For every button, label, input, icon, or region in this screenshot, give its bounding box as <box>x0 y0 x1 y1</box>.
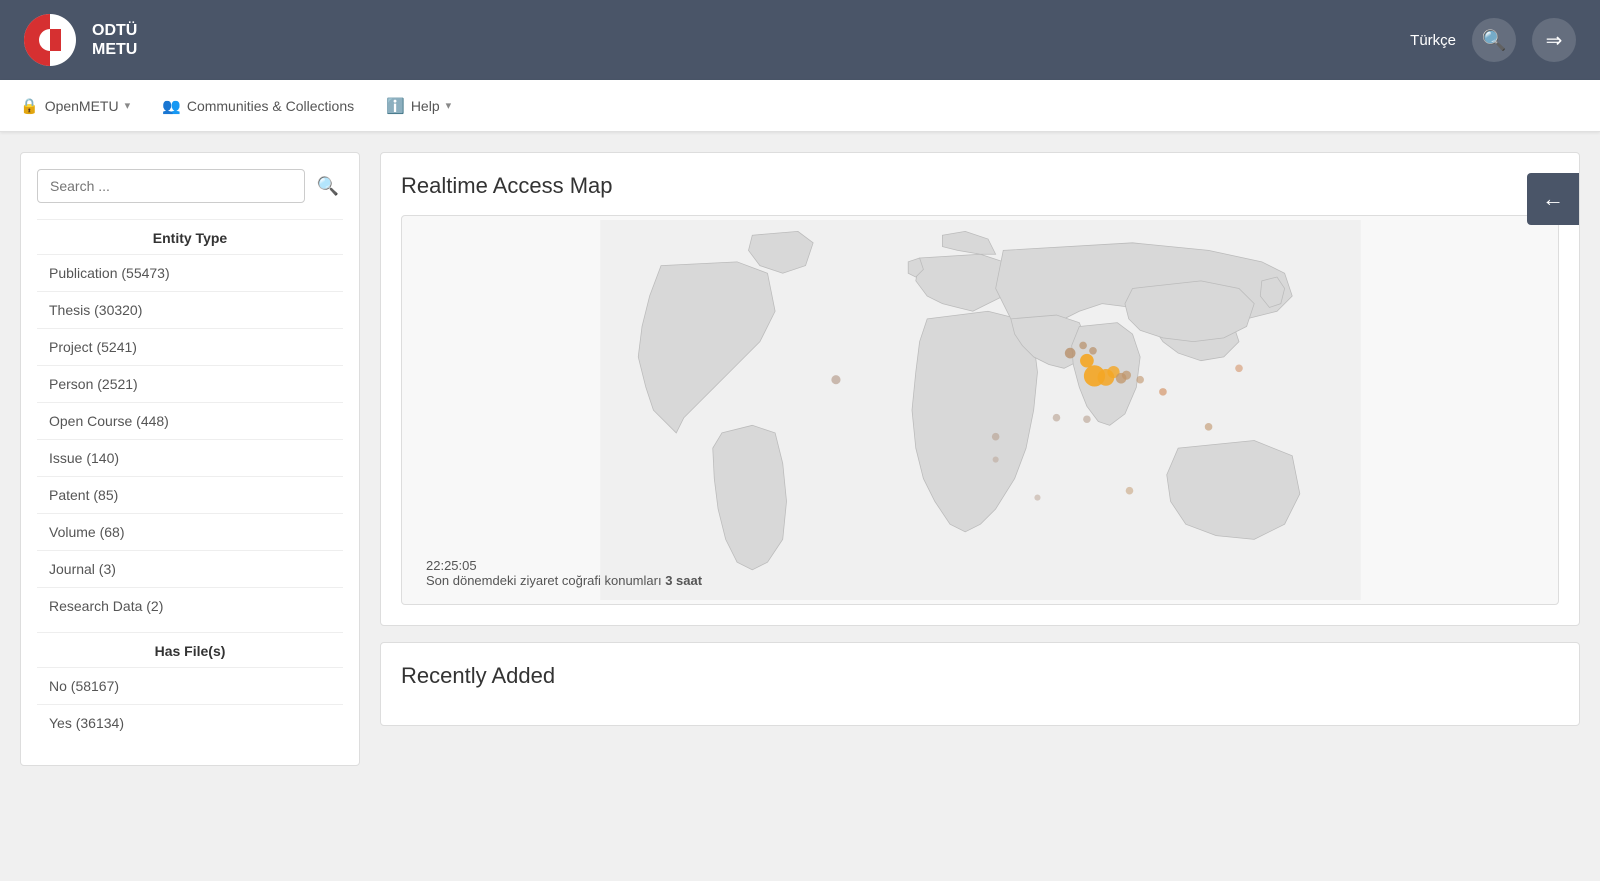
entity-type-filter: Entity Type Publication (55473) Thesis (… <box>37 219 343 624</box>
timestamp-value: 22:25:05 <box>426 558 477 573</box>
filter-person[interactable]: Person (2521) <box>37 365 343 402</box>
map-dot <box>1125 487 1133 495</box>
has-files-filter: Has File(s) No (58167) Yes (36134) <box>37 632 343 741</box>
map-dot <box>1089 347 1097 355</box>
recently-added-title: Recently Added <box>401 663 1559 689</box>
nav-label-communities: Communities & Collections <box>187 98 354 114</box>
search-button[interactable]: 🔍 <box>1472 18 1516 62</box>
map-dot <box>1034 494 1040 500</box>
nav-item-openmetu[interactable]: 🔒 OpenMETU ▾ <box>20 97 130 115</box>
chevron-down-icon-help: ▾ <box>446 99 452 112</box>
filter-publication[interactable]: Publication (55473) <box>37 254 343 291</box>
map-subtitle-bold: 3 saat <box>665 573 702 588</box>
back-button[interactable]: ← <box>1527 173 1579 225</box>
map-dot <box>992 456 998 462</box>
map-dot <box>831 375 840 384</box>
map-dot <box>1159 388 1167 396</box>
map-subtitle-prefix: Son dönemdeki ziyaret coğrafi konumları <box>426 573 662 588</box>
filter-open-course[interactable]: Open Course (448) <box>37 402 343 439</box>
search-submit-button[interactable]: 🔍 <box>313 172 343 201</box>
header: ODTÜ METU Türkçe 🔍 ⇒ <box>0 0 1600 80</box>
search-row: 🔍 <box>37 169 343 203</box>
header-left: ODTÜ METU <box>24 14 137 66</box>
nav-label-help: Help <box>411 98 440 114</box>
nav-item-communities[interactable]: 👥 Communities & Collections <box>162 97 354 115</box>
map-dot <box>1064 348 1075 359</box>
filter-patent[interactable]: Patent (85) <box>37 476 343 513</box>
language-switcher[interactable]: Türkçe <box>1410 32 1456 49</box>
login-button[interactable]: ⇒ <box>1532 18 1576 62</box>
content-area: ← Realtime Access Map <box>360 152 1580 861</box>
map-dot <box>1052 414 1060 422</box>
filter-project[interactable]: Project (5241) <box>37 328 343 365</box>
lock-icon: 🔒 <box>20 97 39 115</box>
map-dot <box>1121 370 1130 379</box>
info-icon: ℹ️ <box>386 97 405 115</box>
world-map <box>402 216 1558 604</box>
filter-volume[interactable]: Volume (68) <box>37 513 343 550</box>
map-timestamp: 22:25:05 Son dönemdeki ziyaret coğrafi k… <box>426 558 702 588</box>
has-files-title: Has File(s) <box>37 632 343 667</box>
map-dot <box>1204 423 1212 431</box>
communities-icon: 👥 <box>162 97 181 115</box>
sidebar: 🔍 Entity Type Publication (55473) Thesis… <box>20 152 360 766</box>
entity-type-title: Entity Type <box>37 219 343 254</box>
search-input[interactable] <box>37 169 305 203</box>
filter-journal[interactable]: Journal (3) <box>37 550 343 587</box>
filter-research-data[interactable]: Research Data (2) <box>37 587 343 624</box>
map-dot <box>991 433 999 441</box>
world-map-svg <box>414 220 1547 600</box>
nav-label-openmetu: OpenMETU <box>45 98 119 114</box>
logo-text: ODTÜ METU <box>92 21 137 59</box>
map-section: ← Realtime Access Map <box>380 152 1580 626</box>
logo-icon <box>24 14 76 66</box>
filter-issue[interactable]: Issue (140) <box>37 439 343 476</box>
map-dot <box>1235 364 1243 372</box>
filter-no-files[interactable]: No (58167) <box>37 667 343 704</box>
map-dot <box>1079 342 1087 350</box>
navbar: 🔒 OpenMETU ▾ 👥 Communities & Collections… <box>0 80 1600 132</box>
recently-added-section: Recently Added <box>380 642 1580 726</box>
map-dot <box>1083 415 1091 423</box>
map-container: 22:25:05 Son dönemdeki ziyaret coğrafi k… <box>401 215 1559 605</box>
header-right: Türkçe 🔍 ⇒ <box>1410 18 1576 62</box>
chevron-down-icon: ▾ <box>125 99 131 112</box>
filter-yes-files[interactable]: Yes (36134) <box>37 704 343 741</box>
main-container: 🔍 Entity Type Publication (55473) Thesis… <box>0 132 1600 881</box>
nav-item-help[interactable]: ℹ️ Help ▾ <box>386 97 451 115</box>
filter-thesis[interactable]: Thesis (30320) <box>37 291 343 328</box>
map-title: Realtime Access Map <box>401 173 1559 199</box>
map-dot <box>1136 376 1144 384</box>
map-dot <box>1080 354 1094 368</box>
